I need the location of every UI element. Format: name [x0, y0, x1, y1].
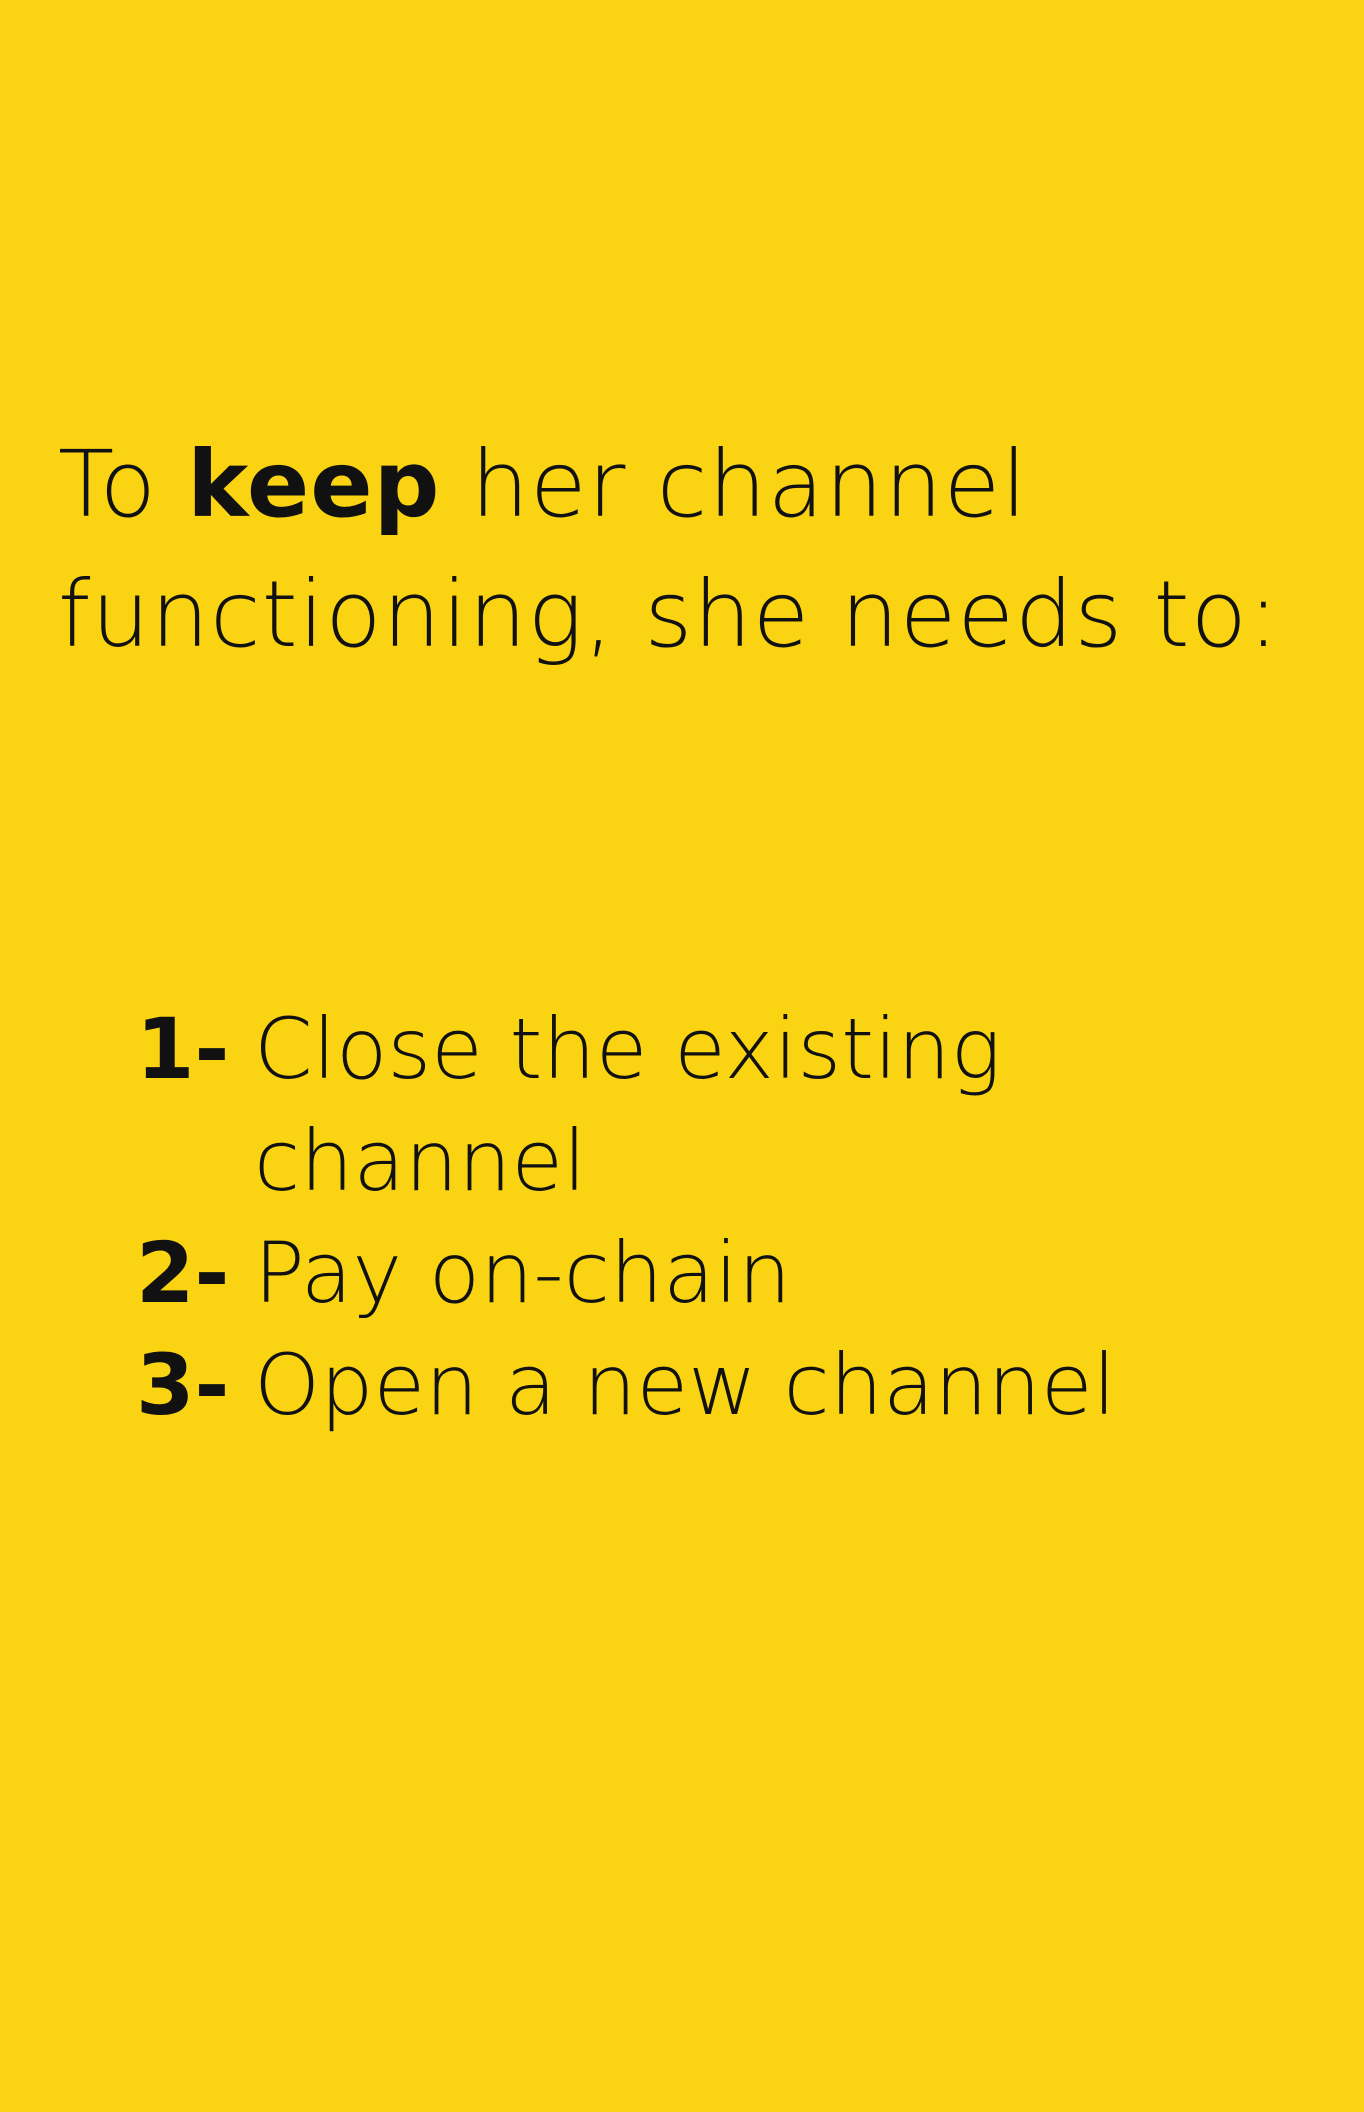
step-text: Close the existing channel	[254, 1000, 1002, 1210]
step-item-1: 1- Close the existing channel	[136, 993, 1316, 1217]
slide: To keep her channel functioning, she nee…	[0, 0, 1364, 2112]
step-item-2: 2- Pay on-chain	[136, 1217, 1316, 1329]
intro-keyword: keep	[187, 431, 441, 538]
step-number: 2-	[136, 1224, 230, 1322]
intro-text-before: To	[58, 431, 188, 538]
step-text: Pay on-chain	[254, 1224, 792, 1322]
intro-text: To keep her channel functioning, she nee…	[58, 420, 1318, 680]
step-text: Open a new channel	[254, 1336, 1116, 1434]
step-item-3: 3- Open a new channel	[136, 1329, 1316, 1441]
step-number: 3-	[136, 1336, 230, 1434]
steps-list: 1- Close the existing channel 2- Pay on-…	[136, 993, 1316, 1441]
step-number: 1-	[136, 1000, 230, 1098]
